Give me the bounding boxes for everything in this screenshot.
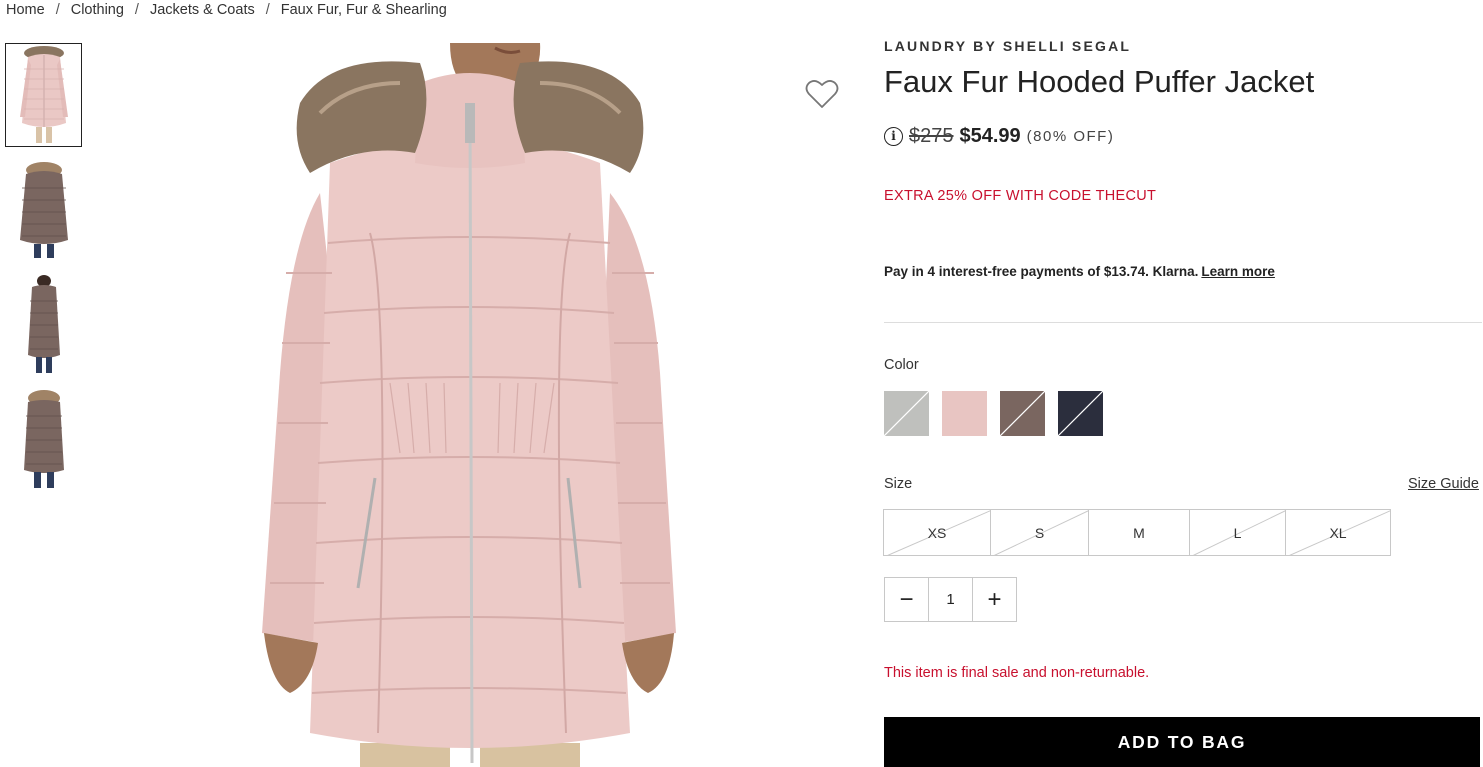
size-selector: XS S M L XL xyxy=(883,509,1391,556)
size-option-m[interactable]: M xyxy=(1088,509,1190,556)
thumbnail-taupe-side[interactable] xyxy=(5,273,82,377)
size-option-label: S xyxy=(1034,524,1045,541)
quantity-decrease-button[interactable]: − xyxy=(884,577,929,622)
breadcrumb-home[interactable]: Home xyxy=(6,2,45,18)
size-option-label: XL xyxy=(1329,524,1347,541)
breadcrumb-separator: / xyxy=(265,2,270,18)
breadcrumb-separator: / xyxy=(55,2,60,18)
add-to-bag-button[interactable]: ADD TO BAG xyxy=(884,717,1480,767)
heart-outline-icon xyxy=(805,80,839,108)
thumbnail-taupe-hood[interactable] xyxy=(5,388,82,492)
thumbnail-pink-front[interactable] xyxy=(5,43,82,147)
brand-name[interactable]: LAUNDRY BY SHELLI SEGAL xyxy=(884,38,1131,54)
color-label: Color xyxy=(884,357,919,373)
size-option-label: XS xyxy=(927,524,947,541)
size-label: Size xyxy=(884,476,913,492)
thumbnail-gallery xyxy=(5,43,83,503)
discount-label: (80% OFF) xyxy=(1026,127,1115,145)
main-product-image[interactable] xyxy=(250,43,690,767)
thumbnail-image xyxy=(19,46,68,143)
final-sale-notice: This item is final sale and non-returnab… xyxy=(884,665,1150,681)
quantity-value[interactable]: 1 xyxy=(928,577,973,622)
original-price: $275 xyxy=(909,124,954,147)
quantity-increase-button[interactable]: + xyxy=(972,577,1017,622)
price-row: i $275 $54.99 (80% OFF) xyxy=(884,122,1114,150)
color-swatch-pink[interactable] xyxy=(942,391,987,436)
klarna-learn-more-link[interactable]: Learn more xyxy=(1201,264,1275,279)
thumbnail-image xyxy=(27,275,60,373)
breadcrumb-faux-fur[interactable]: Faux Fur, Fur & Shearling xyxy=(281,2,447,18)
breadcrumb-separator: / xyxy=(134,2,139,18)
breadcrumb-clothing[interactable]: Clothing xyxy=(71,2,124,18)
size-guide-link[interactable]: Size Guide xyxy=(1408,476,1479,492)
color-swatches xyxy=(884,391,1103,436)
size-option-xl[interactable]: XL xyxy=(1285,509,1391,556)
klarna-message: Pay in 4 interest-free payments of $13.7… xyxy=(884,264,1275,279)
thumbnail-image xyxy=(19,162,68,258)
coat-illustration xyxy=(262,43,676,767)
quantity-stepper: − 1 + xyxy=(884,577,1017,622)
color-swatch-navy[interactable] xyxy=(1058,391,1103,436)
info-circle-icon[interactable]: i xyxy=(884,126,903,146)
favorite-button[interactable] xyxy=(805,78,839,110)
product-page: Home / Clothing / Jackets & Coats / Faux… xyxy=(0,0,1483,767)
size-option-l[interactable]: L xyxy=(1189,509,1286,556)
unavailable-slash-icon xyxy=(1058,391,1103,436)
size-option-xs[interactable]: XS xyxy=(883,509,991,556)
promo-code-message: EXTRA 25% OFF WITH CODE THECUT xyxy=(884,188,1157,204)
thumbnail-taupe-back[interactable] xyxy=(5,158,82,262)
thumbnail-image xyxy=(23,390,64,488)
color-swatch-taupe[interactable] xyxy=(1000,391,1045,436)
size-option-label: L xyxy=(1233,524,1242,541)
size-option-label: M xyxy=(1133,524,1145,541)
klarna-text: Pay in 4 interest-free payments of $13.7… xyxy=(884,264,1199,279)
sale-price: $54.99 xyxy=(959,124,1021,147)
divider xyxy=(884,322,1482,323)
breadcrumb: Home / Clothing / Jackets & Coats / Faux… xyxy=(6,0,447,20)
unavailable-slash-icon xyxy=(884,391,929,436)
product-title: Faux Fur Hooded Puffer Jacket xyxy=(884,64,1315,99)
breadcrumb-jackets-coats[interactable]: Jackets & Coats xyxy=(150,2,255,18)
color-swatch-gray[interactable] xyxy=(884,391,929,436)
unavailable-slash-icon xyxy=(1000,391,1045,436)
size-option-s[interactable]: S xyxy=(990,509,1089,556)
